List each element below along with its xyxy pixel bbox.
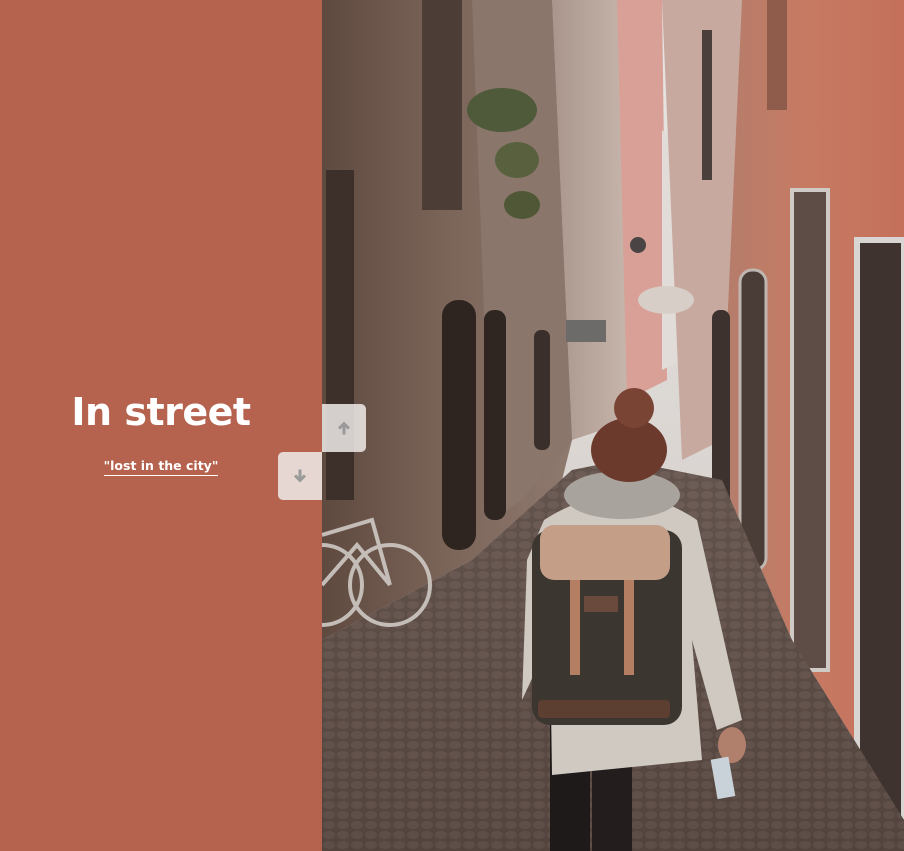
next-slide-button[interactable] [278, 452, 322, 500]
street-photo-illustration [322, 0, 904, 851]
slider-page: In street "lost in the city" [0, 0, 904, 851]
arrow-down-icon [294, 469, 306, 483]
slide-title: In street [71, 390, 251, 434]
slide-text-panel: In street "lost in the city" [0, 0, 322, 851]
arrow-up-icon [338, 421, 350, 435]
previous-slide-button[interactable] [322, 404, 366, 452]
slide-subtitle-link[interactable]: "lost in the city" [103, 458, 219, 476]
slide-subtitle-wrapper: "lost in the city" [0, 457, 322, 476]
slide-photo [322, 0, 904, 851]
